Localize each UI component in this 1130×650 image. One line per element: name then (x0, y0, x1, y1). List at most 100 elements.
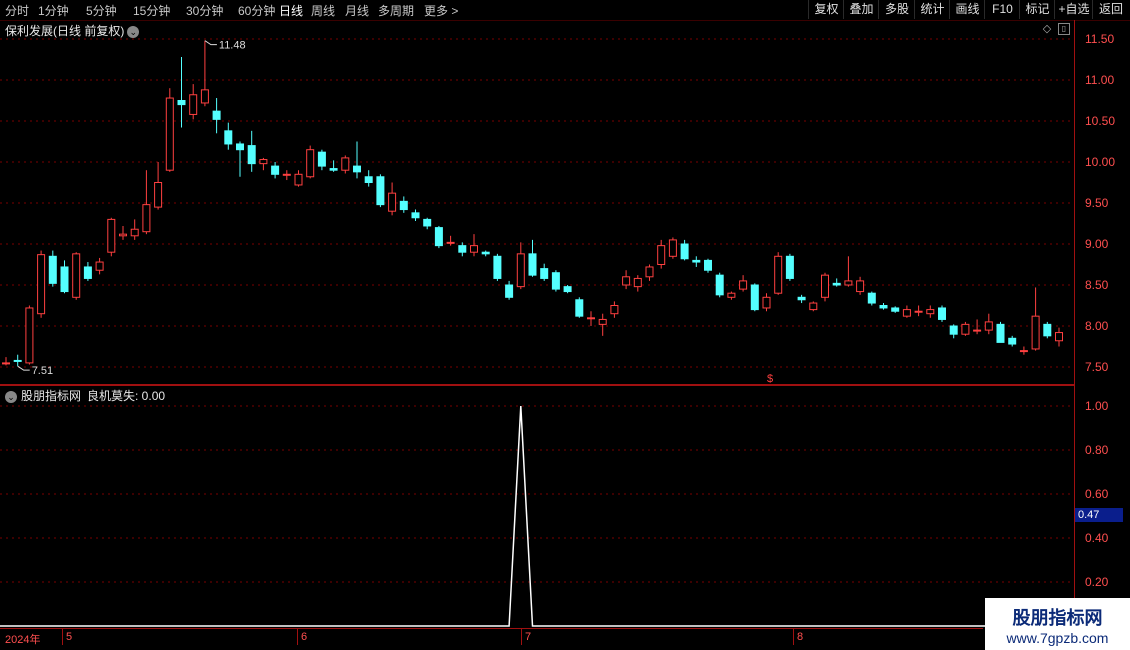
candle (388, 182, 397, 216)
period-tab-multi[interactable]: 多周期 (378, 2, 414, 19)
candle-body (1055, 332, 1063, 342)
candle (13, 354, 22, 367)
price-axis-label: 7.50 (1085, 360, 1109, 374)
candle-body (984, 321, 993, 331)
candle (587, 311, 595, 326)
candle-body (551, 272, 560, 290)
period-tab-daily[interactable]: 日线 (279, 2, 303, 19)
candle (622, 270, 631, 290)
candle (551, 270, 560, 292)
period-tab-30min[interactable]: 30分钟 (186, 2, 223, 19)
candle-body (306, 149, 315, 178)
candle-body (1043, 323, 1052, 337)
candle (832, 278, 841, 287)
candle-body (37, 254, 46, 315)
candle (200, 40, 209, 107)
candle-body (622, 276, 631, 286)
period-tab-60min[interactable]: 60分钟 (238, 2, 275, 19)
indicator-axis-label: 0.80 (1085, 443, 1109, 457)
candle (1043, 321, 1052, 339)
period-tab-more[interactable]: 更多 > (424, 2, 458, 19)
candle-body (1019, 350, 1028, 353)
candle-body (224, 130, 233, 145)
multi-stock-button[interactable]: 多股 (878, 0, 915, 19)
candle (598, 313, 607, 336)
candle-body (177, 100, 186, 106)
candle-body (107, 218, 116, 253)
candle (563, 285, 572, 294)
candle (727, 291, 736, 300)
candle-body (130, 228, 139, 237)
candle-body (481, 251, 490, 255)
candle-body (587, 317, 595, 320)
candle-body (961, 323, 970, 335)
overlay-button[interactable]: 叠加 (843, 0, 879, 19)
candle-body (891, 307, 900, 312)
candle (353, 141, 361, 179)
candle (37, 250, 46, 318)
candle (236, 141, 244, 177)
candle (891, 306, 900, 313)
indicator-axis-label: 1.00 (1085, 399, 1109, 413)
candle-body (1031, 315, 1040, 350)
f10-button[interactable]: F10 (984, 0, 1020, 19)
candle (821, 272, 829, 302)
candle (973, 319, 982, 335)
candle-body (434, 227, 443, 247)
draw-line-button[interactable]: 画线 (949, 0, 985, 19)
dividend-marker[interactable]: $ (767, 373, 773, 385)
candle-body (692, 259, 701, 263)
statistics-button[interactable]: 统计 (914, 0, 950, 19)
watermark: 股朋指标网 www.7gpzb.com (985, 598, 1130, 650)
candle-body (13, 359, 22, 362)
candle-body (48, 255, 57, 284)
candle (411, 209, 420, 222)
period-tab-monthly[interactable]: 月线 (345, 2, 369, 19)
date-label-month: 8 (797, 631, 804, 643)
candle (856, 276, 865, 295)
date-tick (297, 629, 298, 645)
candle (715, 272, 724, 298)
candle-body (329, 168, 338, 171)
axis-highlight-value: 0.47 (1075, 508, 1123, 522)
price-axis-label: 10.00 (1085, 155, 1116, 169)
indicator-axis-label: 0.20 (1085, 575, 1109, 589)
candle (282, 170, 291, 181)
indicator-chart (0, 405, 1075, 627)
candle (212, 98, 221, 134)
candle-body (411, 212, 420, 219)
candle-body (423, 218, 432, 227)
period-tab-weekly[interactable]: 周线 (311, 2, 335, 19)
candle (119, 225, 127, 240)
candle-body (809, 302, 818, 311)
candle (306, 145, 315, 179)
period-tab-5min[interactable]: 5分钟 (86, 2, 117, 19)
candlestick-chart: 11.48 7.51 $ (0, 38, 1075, 385)
candle-body (844, 280, 853, 286)
back-button[interactable]: 返回 (1092, 0, 1129, 19)
candle (25, 305, 34, 365)
date-axis: 2024年 5 6 7 8 (0, 628, 983, 646)
date-tick (521, 629, 522, 645)
candle-body (785, 255, 794, 279)
candle-body (165, 97, 174, 171)
candle (1031, 287, 1040, 351)
candle-body (680, 243, 689, 260)
period-tab-15min[interactable]: 15分钟 (133, 2, 170, 19)
candle-body (563, 286, 572, 293)
candle (130, 219, 139, 240)
candle-body (388, 192, 397, 212)
candle-body (879, 305, 888, 309)
fuquan-button[interactable]: 复权 (808, 0, 844, 19)
period-tab-fenshi[interactable]: 分时 (5, 2, 29, 19)
candle (996, 321, 1005, 343)
candle-body (271, 165, 280, 175)
candle-body (200, 89, 209, 104)
watermark-url: www.7gpzb.com (1006, 630, 1109, 646)
period-tab-1min[interactable]: 1分钟 (38, 2, 69, 19)
candle-body (797, 296, 806, 301)
candle (528, 239, 537, 277)
mark-button[interactable]: 标记 (1019, 0, 1055, 19)
add-favorite-button[interactable]: +自选 (1054, 0, 1093, 19)
date-tick (793, 629, 794, 645)
